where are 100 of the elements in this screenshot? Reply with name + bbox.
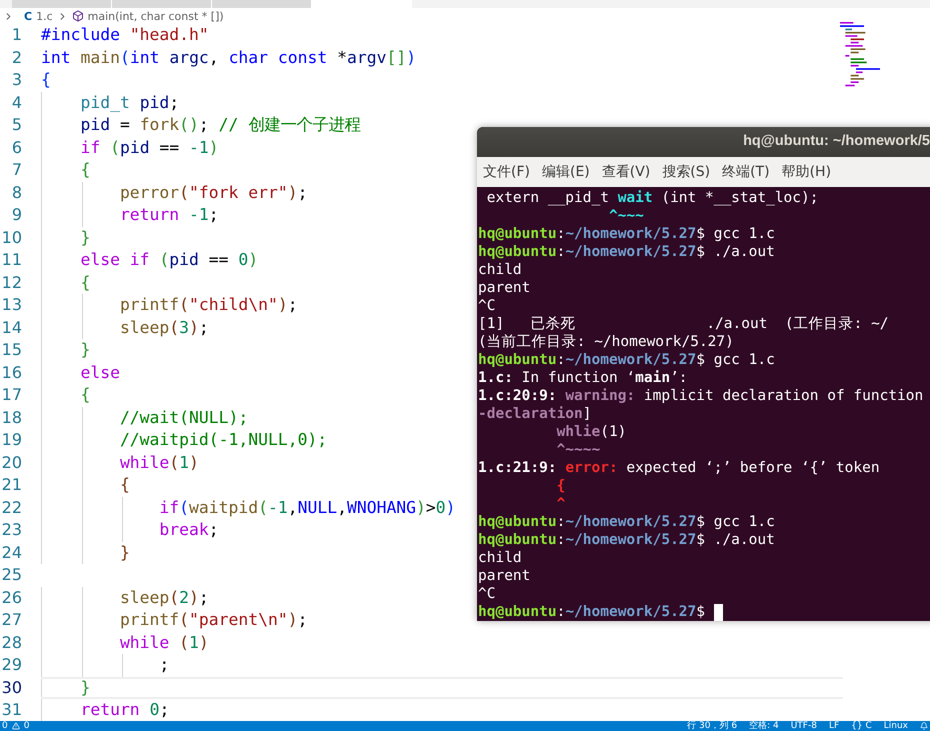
terminal-line: 1.c:21:9: error: expected ‘;’ before ‘{’ token: [478, 460, 880, 476]
terminal-line: parent: [478, 280, 530, 296]
menu-item[interactable]: 编辑(E): [542, 162, 590, 182]
line-number: 12: [0, 274, 22, 291]
terminal-line: hq@ubuntu:~/homework/5.27$ ./a.out: [478, 244, 775, 260]
status-item[interactable]: 空格: 4: [749, 722, 779, 730]
line-number: 26: [0, 590, 22, 606]
code-line: while (1): [118, 634, 209, 651]
code-line: printf("child\n");: [118, 297, 298, 314]
window-title: hq@ubuntu: ~/homework/5: [743, 132, 930, 152]
line-number: 13: [0, 297, 22, 314]
menu-item[interactable]: 文件(F): [483, 162, 530, 182]
line-number: 30: [0, 680, 22, 696]
terminal-line: 1.c:20:9: warning: implicit declaration of function: [478, 388, 924, 404]
terminal-line: extern __pid_t wait (int *__stat_loc);: [486, 190, 818, 206]
status-item[interactable]: LF: [828, 722, 840, 730]
code-line: {: [79, 387, 90, 404]
terminal-line: hq@ubuntu:~/homework/5.27$ gcc 1.c: [478, 352, 775, 368]
line-number: 16: [0, 364, 22, 381]
code-line: ;: [158, 657, 170, 674]
code-line: {: [41, 72, 51, 88]
line-number: 2: [10, 50, 22, 66]
code-line: return 0;: [79, 702, 170, 718]
breadcrumb-item[interactable]: 1.c: [36, 10, 53, 22]
terminal-line: hq@ubuntu:~/homework/5.27$ ./a.out: [478, 532, 775, 548]
terminal-line: ^~~~~: [556, 442, 600, 458]
code-line: pid_t pid;: [79, 94, 180, 111]
terminal-line: hq@ubuntu:~/homework/5.27$: [478, 604, 705, 620]
code-line: while(1): [118, 454, 199, 471]
line-number: 29: [0, 657, 22, 674]
status-item[interactable]: {} C: [851, 722, 872, 730]
bell-icon[interactable]: [920, 722, 928, 730]
line-number: 20: [0, 454, 22, 471]
terminal-line: 1.c: In function ‘main’:: [478, 370, 688, 386]
status-item[interactable]: Linux: [884, 722, 908, 730]
terminal-line: hq@ubuntu:~/homework/5.27$ gcc 1.c: [478, 514, 775, 530]
line-number: 15: [0, 342, 22, 358]
code-line: if(waitpid(-1,NULL,WNOHANG)>0): [158, 500, 456, 516]
menu-item[interactable]: 帮助(H): [782, 162, 832, 182]
code-line: pid = fork(); // 创建一个子进程: [79, 117, 360, 134]
line-number: 1: [10, 27, 22, 44]
code-line: sleep(2);: [118, 590, 209, 606]
code-line: perror("fork err");: [118, 184, 308, 201]
line-number: 7: [10, 162, 22, 178]
line-number: 17: [0, 387, 22, 404]
terminal-line: (当前工作目录: ~/homework/5.27): [478, 334, 734, 350]
terminal-line: [1] 已杀死 ./a.out (工作目录: ~/: [478, 316, 889, 332]
editor-tab[interactable]: [312, 0, 412, 8]
terminal-line: -declaration]: [478, 406, 592, 422]
code-line: return -1;: [118, 207, 219, 224]
line-number: 14: [0, 320, 22, 336]
menu-item[interactable]: 查看(V): [602, 162, 650, 182]
code-line: //wait(NULL);: [118, 410, 248, 426]
code-line: if (pid == -1): [79, 140, 219, 156]
code-line: #include "head.h": [41, 27, 209, 44]
line-number: 18: [0, 410, 22, 426]
code-line: else if (pid == 0): [79, 252, 258, 268]
line-number: 10: [0, 230, 22, 246]
cube-icon: [72, 10, 84, 22]
code-line: }: [79, 342, 90, 358]
line-number: 27: [0, 612, 22, 628]
menu-item[interactable]: 搜索(S): [662, 162, 710, 182]
terminal-line: child: [478, 262, 522, 278]
terminal-line: parent: [478, 568, 530, 584]
line-number: 22: [0, 500, 22, 516]
code-line: break;: [158, 522, 219, 538]
line-number: 23: [0, 522, 22, 538]
breadcrumb-item[interactable]: main(int, char const * []): [88, 10, 224, 22]
status-item[interactable]: 行 30，列 6: [687, 722, 738, 730]
line-number: 6: [10, 140, 22, 156]
terminal-line: ^C: [478, 298, 496, 314]
line-number: 8: [10, 184, 22, 201]
menu-item[interactable]: 终端(T): [722, 162, 770, 182]
terminal-line: ^: [556, 496, 566, 512]
warning-count[interactable]: 0: [24, 722, 30, 730]
editor-tab[interactable]: [212, 0, 312, 8]
status-item[interactable]: UTF-8: [790, 722, 817, 730]
code-line: {: [118, 477, 130, 494]
language-label: C: [24, 10, 32, 22]
line-number: 28: [0, 634, 22, 651]
code-line: int main(int argc, char const *argv[]): [41, 50, 416, 66]
line-number: 5: [10, 117, 22, 134]
terminal-line: child: [478, 550, 522, 566]
editor-tab[interactable]: [112, 0, 212, 8]
line-number: 31: [0, 702, 22, 718]
line-number: 4: [10, 94, 22, 111]
line-number: 25: [0, 567, 22, 584]
line-number: 21: [0, 477, 22, 494]
code-line: {: [79, 162, 90, 178]
line-number: 24: [0, 544, 22, 561]
code-line: printf("parent\n");: [118, 612, 308, 628]
line-number: 11: [0, 252, 22, 268]
terminal-line: ^~~~: [608, 208, 644, 224]
editor-tab[interactable]: [12, 0, 112, 8]
line-number: 19: [0, 432, 22, 448]
terminal-line: {: [556, 478, 566, 494]
line-number: 3: [10, 72, 22, 88]
code-line: sleep(3);: [118, 320, 209, 336]
code-line: }: [79, 230, 90, 246]
error-count[interactable]: 0: [2, 722, 8, 730]
